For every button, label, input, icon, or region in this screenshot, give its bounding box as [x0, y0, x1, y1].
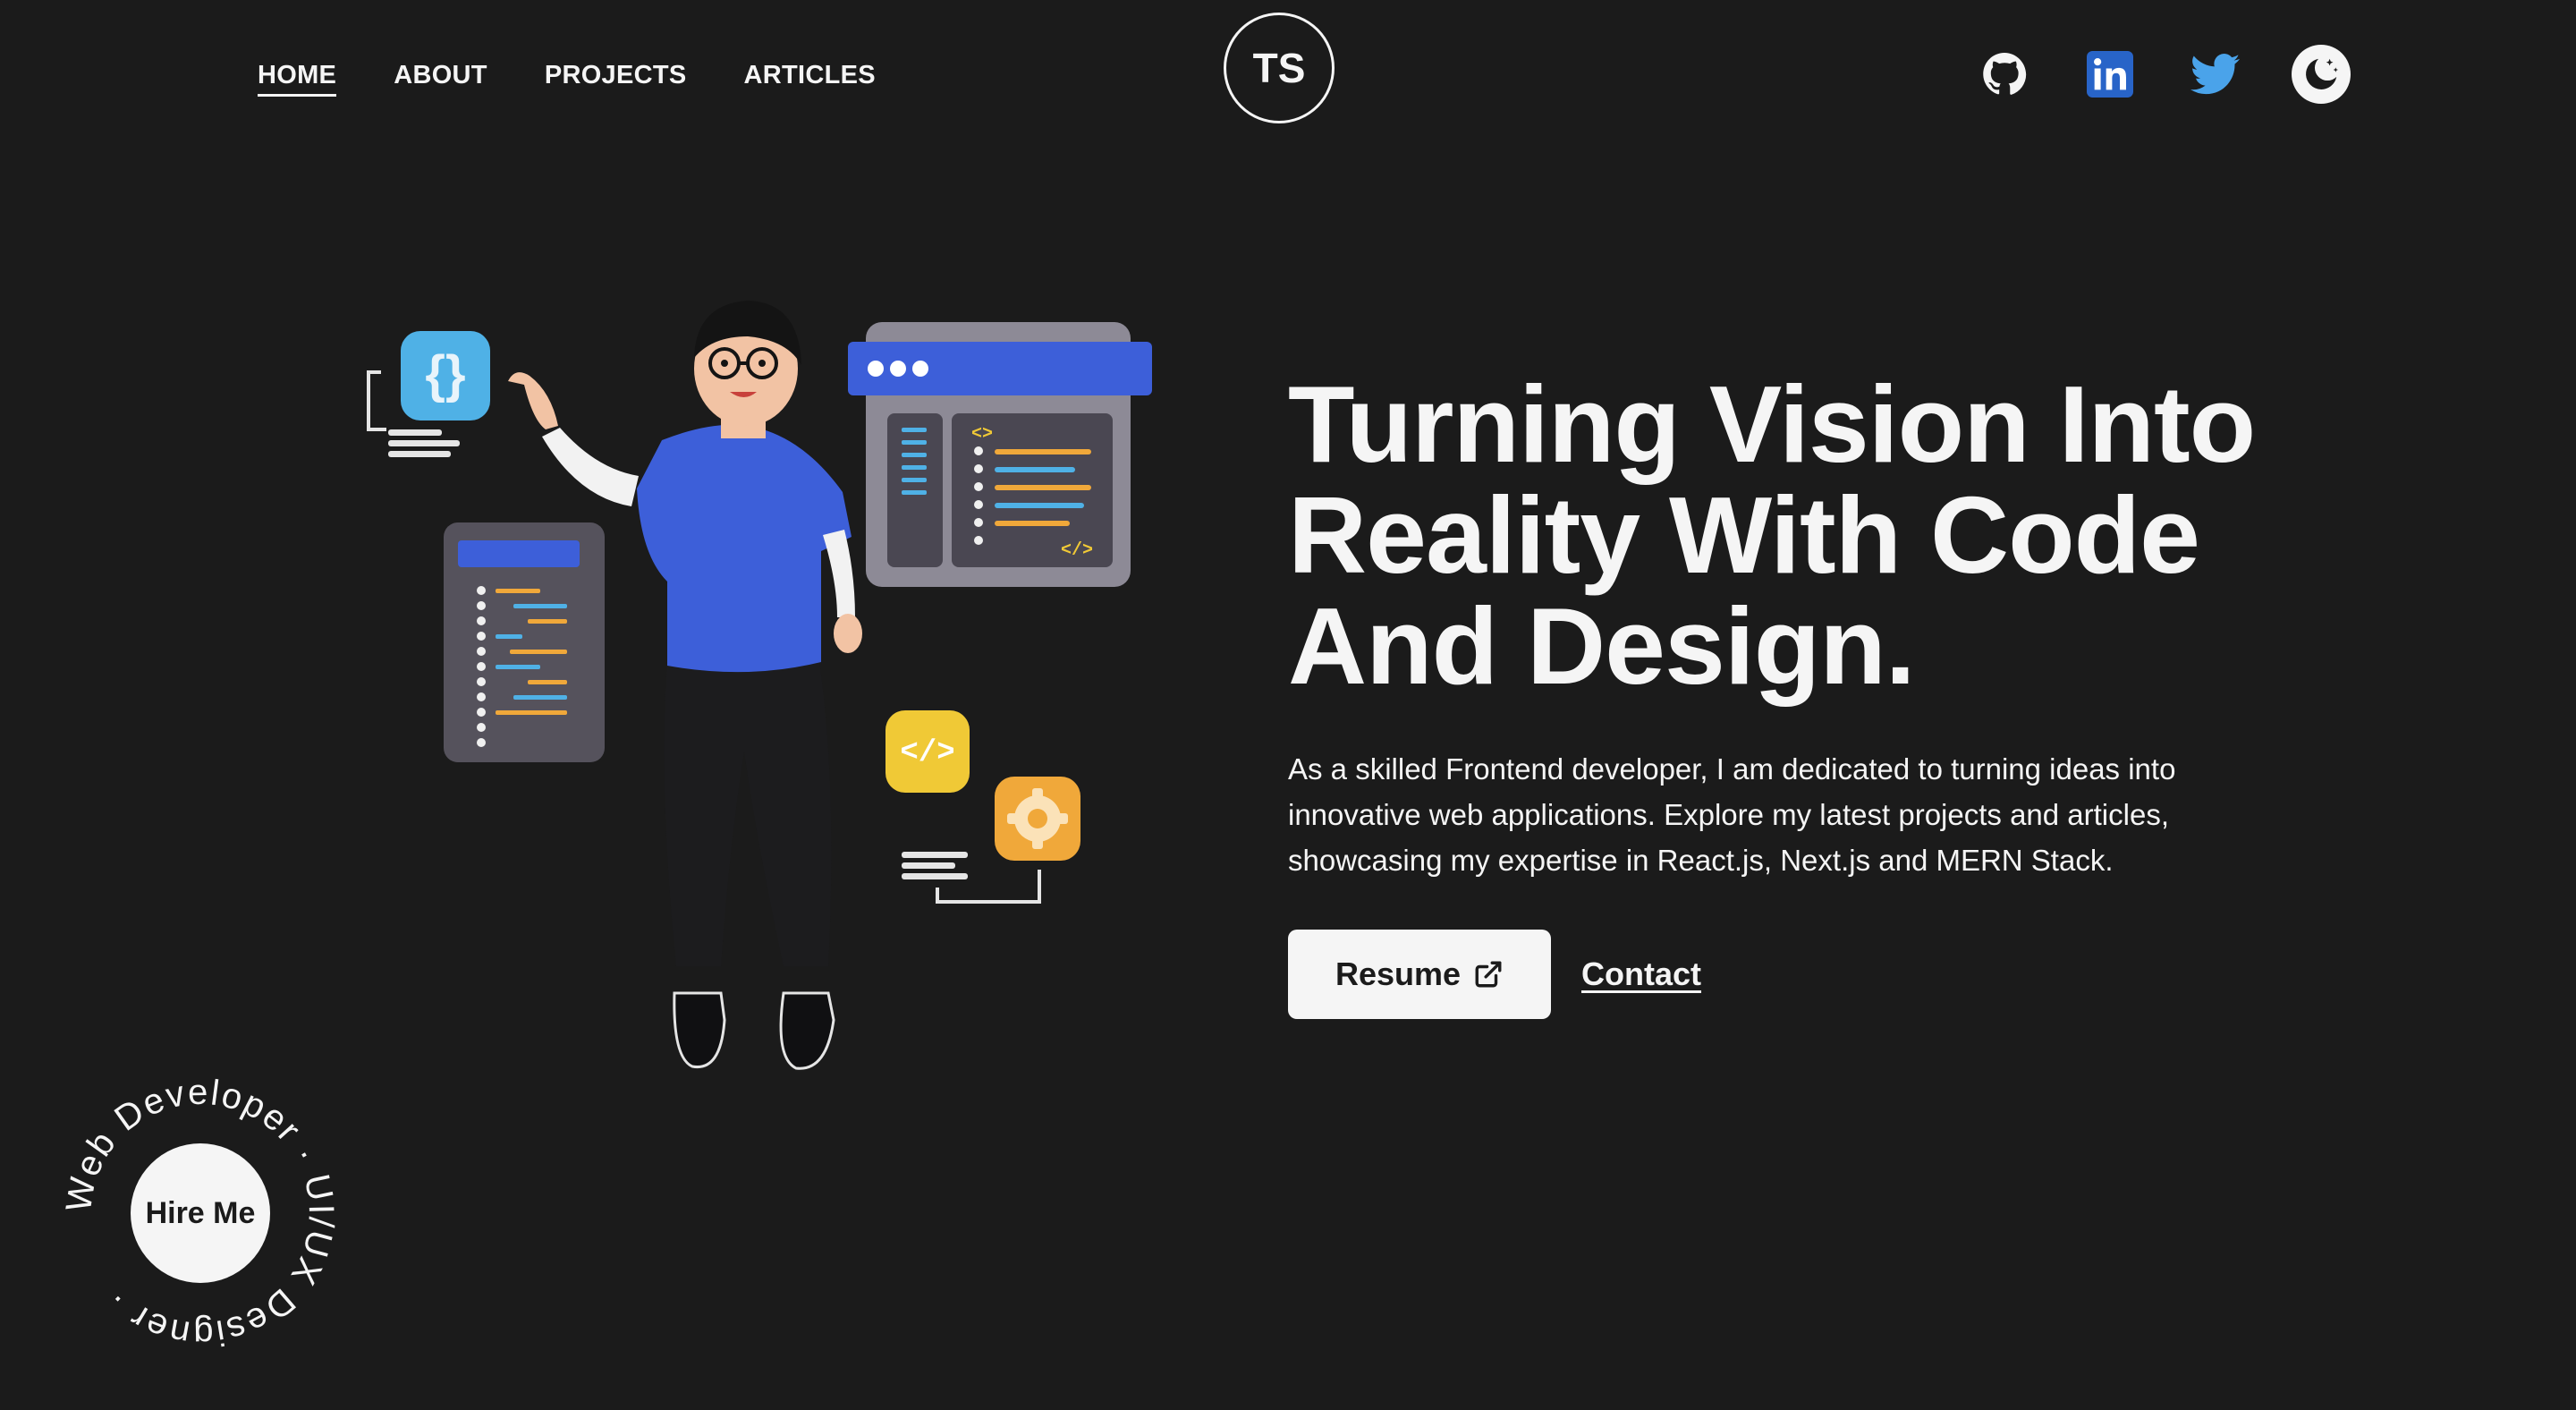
hire-me-badge[interactable]: Web Developer · UI/UX Designer · Hire Me: [57, 1070, 343, 1356]
cta-row: Resume Contact: [1288, 930, 2361, 1019]
developer-illustration: {} <> </> </>: [354, 286, 1159, 1083]
headline-line-1: Turning Vision Into: [1288, 363, 2256, 485]
hero-section: Turning Vision Into Reality With Code An…: [1288, 369, 2361, 1019]
moon-icon[interactable]: [2292, 45, 2351, 104]
main-nav: HOME ABOUT PROJECTS ARTICLES: [258, 61, 876, 97]
resume-button[interactable]: Resume: [1288, 930, 1551, 1019]
nav-link-home[interactable]: HOME: [258, 61, 337, 97]
github-icon[interactable]: [1975, 45, 2034, 104]
gear-tile-icon: [902, 777, 1080, 904]
svg-text:</>: </>: [1061, 540, 1093, 561]
linkedin-icon[interactable]: [2080, 45, 2140, 104]
twitter-icon[interactable]: [2186, 45, 2245, 104]
social-links: [1975, 45, 2351, 104]
braces-tile-icon: {}: [367, 331, 490, 457]
nav-link-about[interactable]: ABOUT: [394, 61, 487, 97]
contact-link[interactable]: Contact: [1581, 956, 1701, 993]
svg-text:{}: {}: [425, 345, 465, 403]
external-link-icon: [1475, 961, 1502, 988]
hire-me-button[interactable]: Hire Me: [131, 1143, 270, 1283]
svg-text:</>: </>: [900, 736, 954, 770]
code-tag-tile-icon: </>: [886, 710, 970, 793]
code-window-icon: <> </>: [848, 322, 1152, 587]
resume-label: Resume: [1335, 956, 1462, 992]
headline-line-3: And Design.: [1288, 585, 1916, 707]
site-logo[interactable]: TS: [1224, 13, 1335, 123]
svg-text:<>: <>: [971, 424, 993, 445]
nav-link-articles[interactable]: ARTICLES: [744, 61, 876, 97]
headline-line-2: Reality With Code: [1288, 474, 2200, 596]
nav-link-projects[interactable]: PROJECTS: [545, 61, 687, 97]
hero-description: As a skilled Frontend developer, I am de…: [1288, 752, 2176, 877]
hero-headline: Turning Vision Into Reality With Code An…: [1288, 369, 2361, 701]
code-panel-icon: [444, 522, 605, 762]
